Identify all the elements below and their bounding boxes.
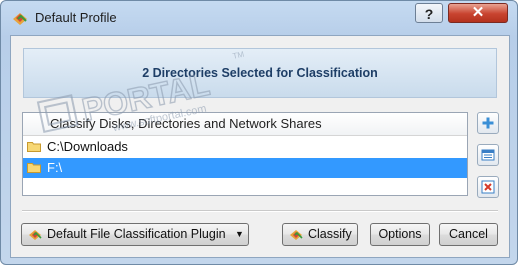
folder-icon <box>27 142 41 152</box>
plugin-icon <box>29 230 42 240</box>
add-icon <box>482 117 494 129</box>
plugin-label: Default File Classification Plugin <box>47 227 226 241</box>
properties-icon <box>481 149 495 161</box>
list-item-selected[interactable]: F:\ <box>23 158 467 178</box>
chevron-down-icon: ▼ <box>235 229 244 239</box>
properties-button[interactable] <box>477 144 499 166</box>
title-bar[interactable]: Default Profile ? ✕ <box>1 1 517 35</box>
divider <box>22 210 498 212</box>
dialog-body: 2 Directories Selected for Classificatio… <box>10 35 510 258</box>
help-button[interactable]: ? <box>415 3 443 23</box>
classify-icon <box>290 230 303 240</box>
remove-icon <box>481 180 495 194</box>
folder-icon <box>27 163 41 173</box>
list-header[interactable]: Classify Disks, Directories and Network … <box>23 113 467 136</box>
list-item-label: C:\Downloads <box>47 139 128 154</box>
cancel-button[interactable]: Cancel <box>439 223 498 246</box>
plugin-dropdown[interactable]: Default File Classification Plugin ▼ <box>21 223 249 246</box>
remove-directory-button[interactable] <box>477 176 499 198</box>
classify-label: Classify <box>308 227 352 241</box>
options-label: Options <box>378 227 422 241</box>
dialog-window: Default Profile ? ✕ 2 Directories Select… <box>0 0 518 265</box>
status-banner: 2 Directories Selected for Classificatio… <box>23 48 497 98</box>
cancel-label: Cancel <box>449 227 488 241</box>
close-button[interactable]: ✕ <box>448 3 508 23</box>
list-item[interactable]: C:\Downloads <box>23 137 467 157</box>
banner-text: 2 Directories Selected for Classificatio… <box>142 66 378 80</box>
add-directory-button[interactable] <box>477 112 499 134</box>
options-button[interactable]: Options <box>370 223 430 246</box>
classify-button[interactable]: Classify <box>282 223 358 246</box>
window-title: Default Profile <box>35 10 117 25</box>
directory-list[interactable]: Classify Disks, Directories and Network … <box>22 112 468 196</box>
list-item-label: F:\ <box>47 160 63 175</box>
app-icon <box>13 13 27 25</box>
